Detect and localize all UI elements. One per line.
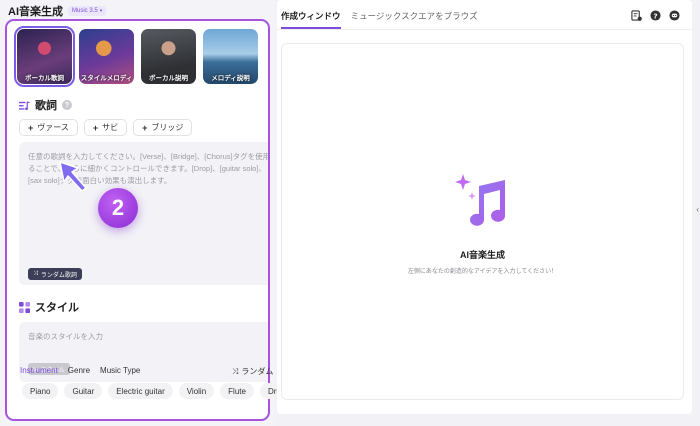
- empty-state-title: AI音楽生成: [459, 250, 505, 260]
- tab-divider: [277, 29, 692, 30]
- preset-label: メロディ説明: [211, 75, 250, 82]
- random-style-button[interactable]: ⤨ ランダム: [232, 366, 273, 377]
- chip-label: サビ: [102, 123, 119, 132]
- style-header: スタイル: [19, 299, 79, 315]
- chevron-left-icon[interactable]: ‹: [696, 205, 699, 214]
- random-lyrics-button[interactable]: ⤨ ランダム歌詞: [28, 268, 82, 280]
- version-selector[interactable]: Music 3.5 ▾: [68, 6, 107, 16]
- tag-electric-guitar[interactable]: Electric guitar: [108, 383, 173, 399]
- style-tags: Piano Guitar Electric guitar Violin Flut…: [22, 383, 296, 399]
- shuffle-icon: ⤨: [232, 366, 239, 376]
- add-bridge-button[interactable]: + ブリッジ: [133, 119, 193, 136]
- discord-icon[interactable]: [669, 10, 680, 21]
- tab-genre[interactable]: Genre: [68, 366, 90, 375]
- lyrics-header: 歌詞 ?: [19, 97, 72, 113]
- history-icon[interactable]: [631, 10, 642, 21]
- app-title: AI音楽生成: [8, 6, 63, 18]
- help-icon[interactable]: ?: [62, 100, 72, 110]
- preset-vocal-lyrics[interactable]: ボーカル歌詞: [14, 26, 75, 87]
- chip-label: ヴァース: [37, 123, 69, 132]
- toolbar-icons: ?: [631, 10, 680, 21]
- creation-canvas: AI音楽生成 左側にあなたの創造的なアイデアを入力してください！: [281, 43, 684, 400]
- tag-violin[interactable]: Violin: [178, 383, 215, 399]
- empty-state-subtitle: 左側にあなたの創造的なアイデアを入力してください！: [407, 269, 558, 275]
- chip-label: ブリッジ: [151, 123, 184, 132]
- tag-guitar[interactable]: Guitar: [64, 383, 103, 399]
- preset-label: スタイルメロディ: [80, 75, 133, 82]
- shuffle-icon: ⤨: [33, 270, 38, 277]
- add-verse-button[interactable]: + ヴァース: [19, 119, 78, 136]
- step-badge: 2: [98, 188, 138, 228]
- tab-instrument[interactable]: Instrument: [20, 366, 58, 375]
- preset-melody-description[interactable]: メロディ説明: [203, 29, 258, 84]
- lyrics-title: 歌詞: [35, 100, 57, 112]
- add-chorus-button[interactable]: + サビ: [83, 119, 128, 136]
- tab-create-window[interactable]: 作成ウィンドウ: [281, 10, 341, 29]
- chevron-down-icon: ▾: [99, 8, 103, 14]
- input-card: ボーカル歌詞 スタイルメロディ ボーカル説明 メロディ説明 歌詞 ? + ヴァース…: [5, 19, 270, 421]
- style-placeholder: 音楽のスタイルを入力: [28, 332, 103, 341]
- plus-icon: +: [92, 122, 99, 133]
- random-style-label: ランダム: [241, 367, 274, 376]
- preset-label: ボーカル説明: [149, 75, 188, 82]
- tag-flute[interactable]: Flute: [220, 383, 254, 399]
- app-header: AI音楽生成 Music 3.5 ▾: [8, 3, 107, 19]
- help-icon[interactable]: ?: [650, 10, 661, 21]
- preset-label: ボーカル歌詞: [25, 75, 64, 82]
- workspace-panel: 作成ウィンドウ ミュージックスクエアをブラウズ ? AI音楽生成 左側にあなたの…: [277, 0, 692, 414]
- plus-icon: +: [28, 122, 34, 133]
- lyrics-icon: [19, 100, 30, 110]
- style-title: スタイル: [35, 302, 79, 314]
- plus-icon: +: [142, 122, 148, 133]
- version-label: Music 3.5: [72, 8, 98, 14]
- style-icon: [19, 301, 30, 313]
- style-category-tabs: Instrument Genre Music Type: [20, 366, 140, 375]
- sparkle-icon: [455, 174, 471, 190]
- random-lyrics-label: ランダム歌詞: [40, 272, 77, 279]
- preset-list: ボーカル歌詞 スタイルメロディ ボーカル説明 メロディ説明: [14, 26, 258, 87]
- lyric-tag-chips: + ヴァース + サビ + ブリッジ: [19, 119, 193, 136]
- left-panel: AI音楽生成 Music 3.5 ▾ ボーカル歌詞 スタイルメロディ ボーカル説…: [0, 0, 296, 426]
- svg-text:?: ?: [653, 11, 657, 20]
- tag-piano[interactable]: Piano: [22, 383, 59, 399]
- pointer-arrow-icon: [59, 161, 87, 192]
- workspace-tabs: 作成ウィンドウ ミュージックスクエアをブラウズ: [281, 10, 478, 29]
- tab-music-type[interactable]: Music Type: [100, 366, 140, 375]
- preset-vocal-description[interactable]: ボーカル説明: [141, 29, 196, 84]
- preset-style-melody[interactable]: スタイルメロディ: [79, 29, 134, 84]
- tab-browse-music-square[interactable]: ミュージックスクエアをブラウズ: [351, 10, 478, 29]
- music-note-icon: [455, 174, 505, 226]
